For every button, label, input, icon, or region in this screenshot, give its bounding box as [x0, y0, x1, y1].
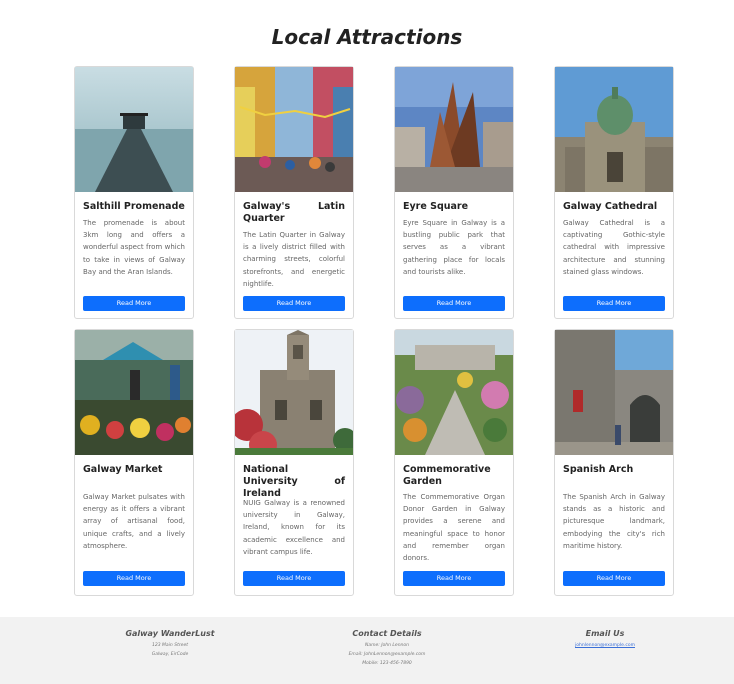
read-more-button[interactable]: Read More — [243, 571, 345, 586]
footer-email-heading: Email Us — [585, 629, 625, 638]
attraction-card-eyre-square: Eyre Square Eyre Square in Galway is a b… — [394, 66, 514, 319]
card-description: Galway Market pulsates with energy as it… — [83, 493, 185, 550]
nuig-image — [235, 330, 353, 455]
footer-brand-heading: Galway WanderLust — [125, 629, 215, 638]
footer-email: Email Us johnlennon@example.com — [545, 629, 665, 650]
footer-contact-mobile: Mobile: 123-456-7890 — [362, 661, 412, 666]
attraction-card-nuig: National University of Ireland NUIG Galw… — [234, 329, 354, 596]
card-title: Galway Market — [83, 464, 163, 475]
attraction-card-latin-quarter: Galway's Latin Quarter The Latin Quarter… — [234, 66, 354, 319]
footer-contact-heading: Contact Details — [352, 629, 422, 638]
card-description: NUIG Galway is a renowned university in … — [243, 499, 345, 556]
footer-contact-name: Name: John Lennon — [364, 643, 410, 648]
read-more-button[interactable]: Read More — [403, 296, 505, 311]
site-footer: Galway WanderLust 123 Main Street Galway… — [0, 617, 734, 684]
galway-cathedral-image — [555, 67, 673, 192]
attraction-card-garden: Commemorative Garden The Commemorative O… — [394, 329, 514, 596]
footer-contact: Contact Details Name: John Lennon Email:… — [327, 629, 447, 668]
footer-brand: Galway WanderLust 123 Main Street Galway… — [110, 629, 230, 659]
card-title: Galway's Latin Quarter — [243, 201, 345, 224]
eyre-square-image — [395, 67, 513, 192]
attraction-card-cathedral: Galway Cathedral Galway Cathedral is a c… — [554, 66, 674, 319]
attraction-card-spanish-arch: Spanish Arch The Spanish Arch in Galway … — [554, 329, 674, 596]
read-more-button[interactable]: Read More — [563, 571, 665, 586]
read-more-button[interactable]: Read More — [83, 571, 185, 586]
card-description: The Commemorative Organ Donor Garden in … — [403, 493, 505, 563]
read-more-button[interactable]: Read More — [403, 571, 505, 586]
page-title: Local Attractions — [271, 25, 463, 49]
card-title: Galway Cathedral — [563, 201, 658, 212]
card-description: The promenade is about 3km long and offe… — [83, 219, 185, 276]
salthill-promenade-image — [75, 67, 193, 192]
attraction-card-market: Galway Market Galway Market pulsates wit… — [74, 329, 194, 596]
card-description: The Latin Quarter in Galway is a lively … — [243, 231, 345, 288]
spanish-arch-image — [555, 330, 673, 455]
card-title: Spanish Arch — [563, 464, 634, 475]
read-more-button[interactable]: Read More — [563, 296, 665, 311]
read-more-button[interactable]: Read More — [243, 296, 345, 311]
card-description: Eyre Square in Galway is a bustling publ… — [403, 219, 505, 276]
footer-contact-email: Email: JohnLennon@example.com — [348, 652, 426, 657]
card-title: Salthill Promenade — [83, 201, 185, 212]
latin-quarter-image — [235, 67, 353, 192]
footer-address-line: 123 Main Street — [152, 643, 188, 648]
galway-market-image — [75, 330, 193, 455]
footer-email-link[interactable]: johnlennon@example.com — [545, 641, 665, 650]
attraction-card-salthill: Salthill Promenade The promenade is abou… — [74, 66, 194, 319]
commemorative-garden-image — [395, 330, 513, 455]
card-title: Eyre Square — [403, 201, 469, 212]
read-more-button[interactable]: Read More — [83, 296, 185, 311]
footer-address-line: Galway, EirCode — [151, 652, 189, 657]
card-description: Galway Cathedral is a captivating Gothic… — [563, 219, 665, 276]
card-title: National University of Ireland — [243, 464, 345, 499]
card-title: Commemorative Garden — [403, 464, 491, 487]
card-description: The Spanish Arch in Galway stands as a h… — [563, 493, 665, 550]
